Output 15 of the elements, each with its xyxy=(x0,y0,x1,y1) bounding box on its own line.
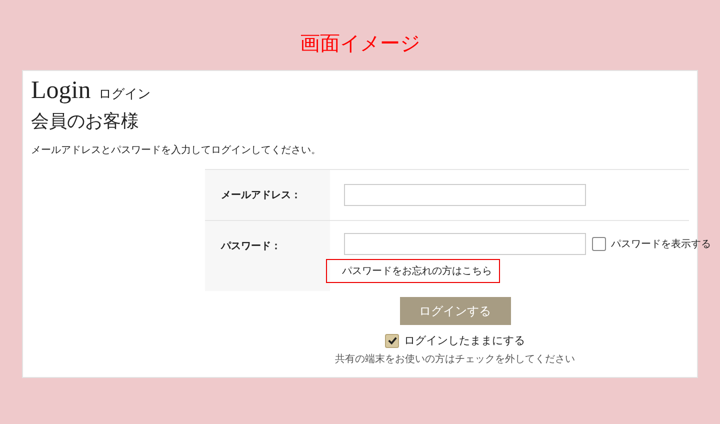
section-title: 会員のお客様 xyxy=(31,110,140,133)
password-field[interactable] xyxy=(344,233,586,255)
page-title: Login xyxy=(31,77,91,105)
field-label: パスワード： xyxy=(221,240,281,253)
remember-checkbox[interactable] xyxy=(385,334,399,348)
show-password-label: パスワードを表示する xyxy=(611,238,711,251)
page-subtitle: ログイン xyxy=(98,86,151,103)
email-field[interactable] xyxy=(344,184,586,206)
description: メールアドレスとパスワードを入力してログインしてください。 xyxy=(31,144,322,157)
field-label: メールアドレス： xyxy=(221,189,301,202)
forgot-password-link[interactable]: パスワードをお忘れの方はこちら xyxy=(342,264,492,278)
note-text: 共有の端末をお使いの方はチェックを外してください xyxy=(335,352,575,366)
show-password-checkbox[interactable] xyxy=(592,237,606,251)
remember-label: ログインしたままにする xyxy=(404,333,525,348)
banner-title: 画面イメージ xyxy=(300,30,420,57)
